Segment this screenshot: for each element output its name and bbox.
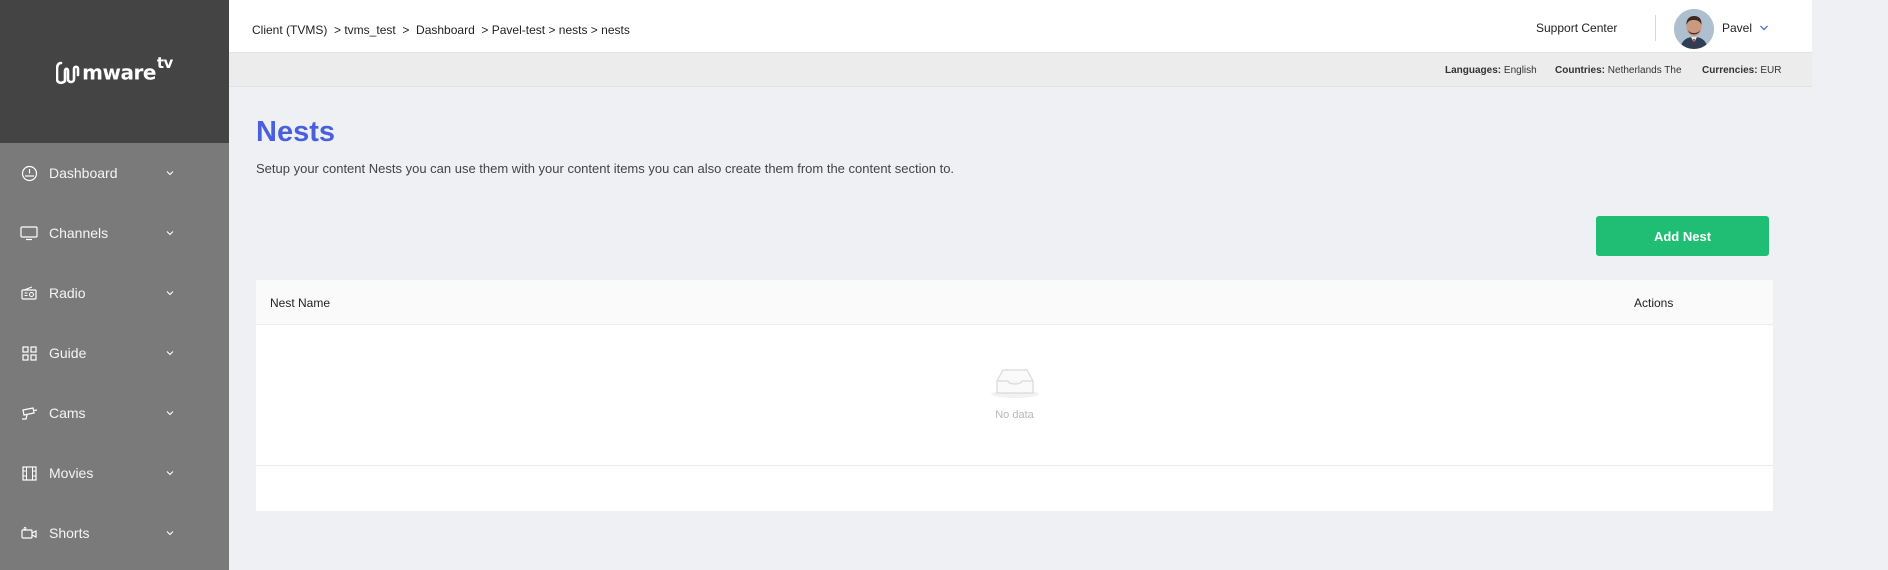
sidebar-item-label: Channels [49, 225, 109, 241]
film-icon [20, 464, 38, 482]
chevron-down-icon [166, 171, 174, 176]
empty-text: No data [995, 409, 1034, 421]
user-menu[interactable]: Pavel [1722, 21, 1752, 35]
avatar[interactable] [1674, 9, 1714, 49]
chevron-down-icon[interactable] [1758, 22, 1770, 34]
page-background [1812, 0, 1888, 570]
chevron-down-icon [166, 411, 174, 416]
countries-info: Countries: Netherlands The [1555, 65, 1682, 76]
add-nest-button[interactable]: Add Nest [1596, 216, 1769, 256]
sidebar-item-label: Guide [49, 345, 87, 361]
guide-icon [20, 344, 38, 362]
sidebar-item-dashboard[interactable]: Dashboard [0, 143, 229, 203]
chevron-down-icon [166, 531, 174, 536]
sidebar-item-label: Dashboard [49, 165, 118, 181]
sidebar-item-label: Radio [49, 285, 86, 301]
nests-table: Nest Name Actions No data [256, 280, 1773, 511]
column-header-nest-name[interactable]: Nest Name [270, 296, 330, 310]
sidebar-item-cams[interactable]: Cams [0, 383, 229, 443]
sidebar-item-channels[interactable]: Channels [0, 203, 229, 263]
sidebar-item-radio[interactable]: Radio [0, 263, 229, 323]
sidebar-nav: Dashboard Channels Radio Guide Cams Movi… [0, 143, 229, 563]
languages-info: Languages: English [1445, 65, 1537, 76]
sidebar-item-guide[interactable]: Guide [0, 323, 229, 383]
page-description: Setup your content Nests you can use the… [256, 161, 955, 176]
empty-inbox-icon [990, 369, 1039, 398]
support-center-link[interactable]: Support Center [1536, 21, 1617, 35]
empty-state: No data [256, 365, 1773, 421]
main-content: Client (TVMS) > tvms_test > Dashboard > … [229, 0, 1812, 570]
breadcrumb[interactable]: Client (TVMS) > tvms_test > Dashboard > … [252, 23, 630, 37]
sidebar-item-movies[interactable]: Movies [0, 443, 229, 503]
table-body: No data [256, 325, 1773, 466]
mwaretv-logo[interactable]: mwaretv [56, 54, 173, 85]
chevron-down-icon [166, 351, 174, 356]
radio-icon [20, 284, 38, 302]
logo-area: mwaretv [0, 0, 229, 143]
monitor-icon [20, 224, 38, 242]
table-header: Nest Name Actions [256, 280, 1773, 325]
sidebar-item-label: Shorts [49, 525, 90, 541]
divider [1655, 15, 1656, 41]
chevron-down-icon [166, 291, 174, 296]
mwaretv-logo-mark [56, 61, 80, 84]
currencies-info: Currencies: EUR [1702, 65, 1782, 76]
sidebar-item-label: Movies [49, 465, 94, 481]
sidebar-item-label: Cams [49, 405, 86, 421]
chevron-down-icon [166, 231, 174, 236]
video-icon [20, 524, 38, 542]
logo-text: mwaretv [82, 54, 173, 85]
dashboard-icon [20, 164, 38, 182]
camera-icon [20, 404, 38, 422]
locale-info-bar: Languages: English Countries: Netherland… [229, 53, 1812, 87]
sidebar-item-shorts[interactable]: Shorts [0, 503, 229, 563]
top-bar: Client (TVMS) > tvms_test > Dashboard > … [229, 0, 1812, 53]
column-header-actions: Actions [1634, 296, 1674, 310]
sidebar: mwaretv Dashboard Channels Radio Guide C… [0, 0, 229, 570]
page-title: Nests [256, 116, 335, 148]
chevron-down-icon [166, 471, 174, 476]
